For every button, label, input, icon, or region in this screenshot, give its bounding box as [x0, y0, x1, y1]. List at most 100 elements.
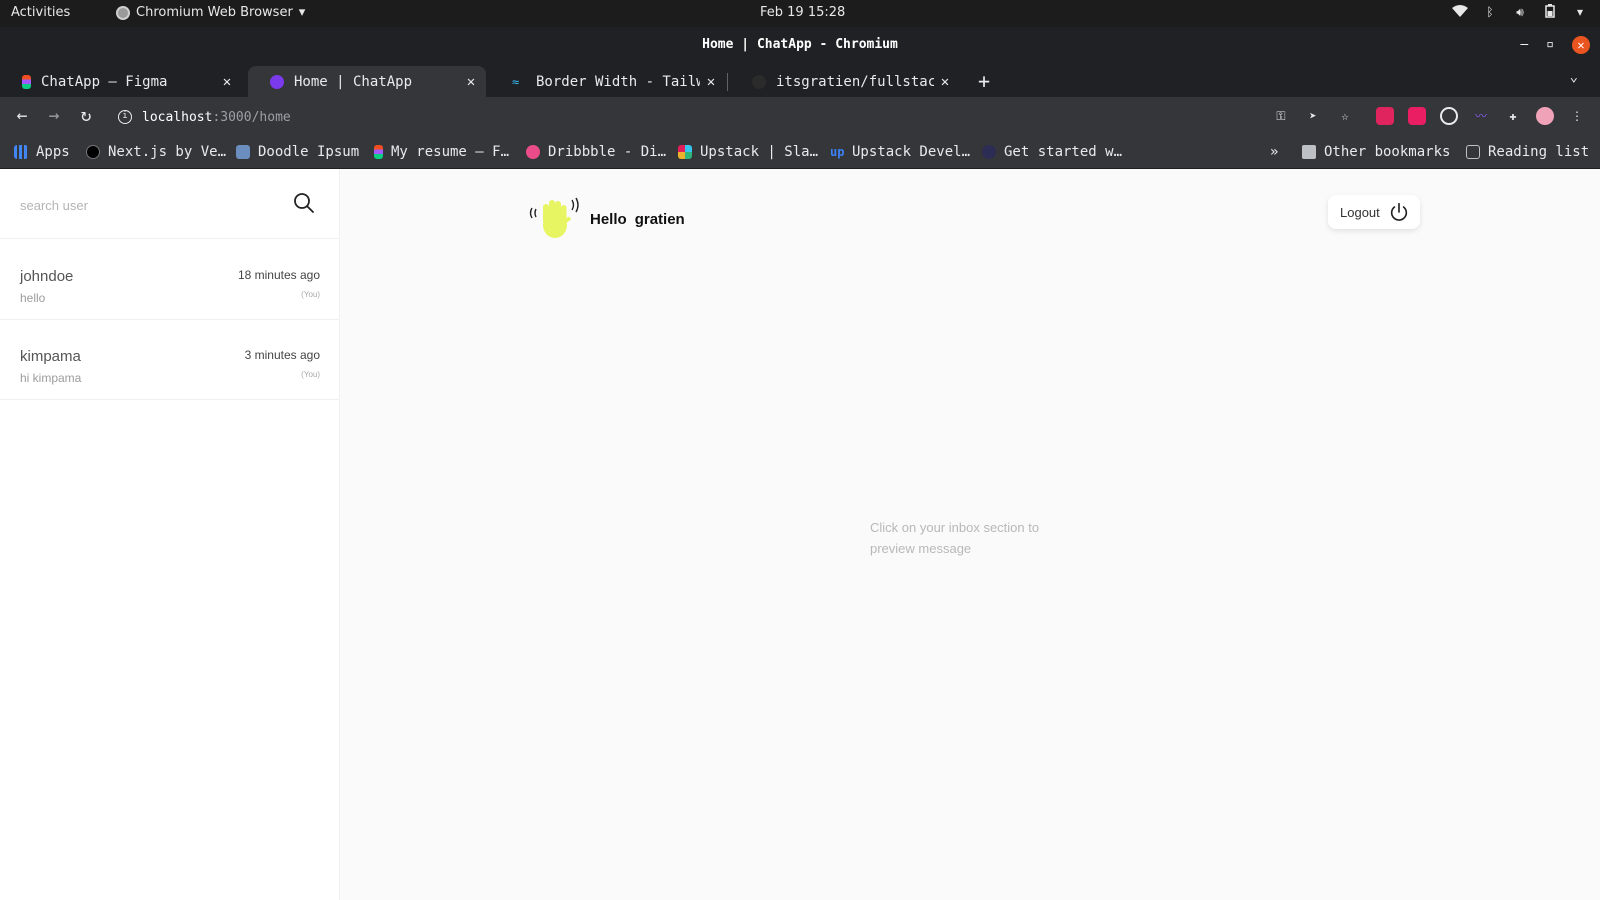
search-icon[interactable]: [292, 191, 316, 215]
close-icon[interactable]: ✕: [216, 74, 238, 90]
forward-arrow-icon[interactable]: →: [42, 105, 66, 126]
wifi-icon: [1452, 4, 1468, 20]
tab-separator: [727, 73, 728, 91]
close-icon[interactable]: ✕: [460, 74, 482, 90]
tab-figma[interactable]: ChatApp – Figma ✕: [0, 66, 242, 97]
app-menu-label: Chromium Web Browser: [136, 5, 293, 20]
logout-label: Logout: [1340, 204, 1380, 220]
tab-github[interactable]: itsgratien/fullstack-c ✕: [730, 66, 960, 97]
chatapp-favicon-icon: [270, 74, 284, 89]
clock[interactable]: Feb 19 15:28: [760, 5, 845, 20]
tab-title: ChatApp – Figma: [41, 73, 168, 90]
bookmark-upstack-devel[interactable]: up Upstack Devel…: [830, 144, 970, 160]
username: gratien: [634, 210, 685, 228]
figma-icon: [374, 145, 383, 159]
window-title: Home | ChatApp - Chromium: [702, 37, 898, 52]
greeting-text: Hello: [590, 210, 627, 228]
bookmark-label: Next.js by Ve…: [108, 144, 227, 160]
close-icon[interactable]: ✕: [934, 74, 956, 90]
extension-red-icon[interactable]: [1376, 107, 1394, 125]
app-menu[interactable]: Chromium Web Browser ▾: [116, 5, 305, 20]
bookmark-get-started[interactable]: Get started w…: [982, 144, 1122, 160]
back-arrow-icon[interactable]: ←: [10, 105, 34, 126]
bluetooth-icon: ᛒ: [1486, 5, 1494, 19]
bookmark-star-icon[interactable]: ☆: [1336, 107, 1354, 125]
tab-search-chevron-icon[interactable]: ⌄: [1570, 69, 1578, 85]
chat-app: johndoe 18 minutes ago hello (You) kimpa…: [0, 169, 1600, 900]
dribbble-icon: [526, 145, 540, 159]
conversation-item-johndoe[interactable]: johndoe 18 minutes ago hello (You): [0, 240, 340, 320]
reading-list-label: Reading list: [1488, 144, 1590, 160]
send-icon[interactable]: ➤: [1304, 107, 1322, 125]
battery-icon: [1542, 4, 1558, 20]
tab-chatapp[interactable]: Home | ChatApp ✕: [248, 66, 486, 97]
maximize-button[interactable]: ▫: [1546, 27, 1554, 63]
figma-favicon-icon: [22, 74, 31, 89]
logout-button[interactable]: Logout: [1328, 195, 1420, 229]
tab-title: Home | ChatApp: [294, 73, 413, 90]
window-controls: – ▫ ✕: [1520, 27, 1600, 63]
search-user-input[interactable]: [20, 193, 280, 217]
sender-tag: (You): [301, 290, 320, 299]
bookmark-nextjs[interactable]: Next.js by Ve…: [86, 144, 226, 160]
info-icon[interactable]: i: [118, 110, 132, 124]
bookmark-apps[interactable]: Apps: [14, 144, 70, 160]
volume-icon: 🔊︎: [1516, 5, 1524, 19]
system-top-bar: Activities Chromium Web Browser ▾ Feb 19…: [0, 0, 1600, 27]
new-tab-plus-icon[interactable]: +: [978, 69, 990, 93]
waving-hand-icon: [529, 197, 579, 238]
bookmark-resume[interactable]: My resume – F…: [374, 144, 509, 160]
bookmark-label: Dribbble - Di…: [548, 144, 667, 160]
chromium-icon: [116, 5, 130, 20]
conversation-name: kimpama: [20, 348, 81, 365]
close-icon[interactable]: ✕: [700, 74, 722, 90]
extension-target-icon[interactable]: [1440, 107, 1458, 125]
minimize-button[interactable]: –: [1520, 27, 1528, 63]
tab-title: Border Width - Tailwind: [536, 73, 700, 90]
sender-tag: (You): [301, 370, 320, 379]
menu-kebab-icon[interactable]: ⋮: [1568, 107, 1586, 125]
conversation-item-kimpama[interactable]: kimpama 3 minutes ago hi kimpama (You): [0, 320, 340, 400]
extensions-puzzle-icon[interactable]: ✚: [1504, 107, 1522, 125]
bookmark-label: Upstack Devel…: [852, 144, 971, 160]
bookmarks-overflow-button[interactable]: »: [1270, 144, 1278, 160]
conversation-time: 18 minutes ago: [237, 268, 320, 282]
bookmark-upstack-slack[interactable]: Upstack | Sla…: [678, 144, 818, 160]
reading-list[interactable]: Reading list: [1466, 144, 1589, 160]
conversation-name: johndoe: [20, 268, 74, 285]
key-icon[interactable]: ⚿: [1272, 107, 1290, 125]
upstack-icon: up: [830, 145, 845, 159]
browser-toolbar: ← → ↻ i localhost:3000/home ⚿ ➤ ☆ 〰 ✚ ⋮: [0, 97, 1600, 137]
reload-icon[interactable]: ↻: [74, 105, 98, 126]
other-bookmarks-label: Other bookmarks: [1324, 144, 1451, 160]
doodle-icon: [236, 145, 250, 159]
bookmark-doodle-ipsum[interactable]: Doodle Ipsum: [236, 144, 359, 160]
url-path: :3000/home: [212, 109, 291, 125]
bookmark-dribbble[interactable]: Dribbble - Di…: [526, 144, 666, 160]
close-window-button[interactable]: ✕: [1572, 36, 1590, 54]
extension-wave-icon[interactable]: 〰: [1472, 107, 1490, 125]
folder-icon: [1302, 145, 1316, 159]
chevron-down-icon: ▾: [298, 5, 306, 20]
github-favicon-icon: [752, 74, 766, 89]
system-tray[interactable]: ᛒ 🔊︎ ▾: [1452, 4, 1588, 20]
conversation-last-message: hello: [20, 291, 46, 305]
bookmark-label: Apps: [36, 144, 70, 160]
window-title-bar: Home | ChatApp - Chromium – ▫ ✕: [0, 27, 1600, 63]
empty-state-hint: Click on your inbox section to preview m…: [870, 520, 1040, 556]
tab-title: itsgratien/fullstack-c: [776, 73, 934, 90]
nextjs-icon: [86, 145, 100, 159]
search-bar: [0, 169, 340, 239]
extension-pink-icon[interactable]: [1408, 107, 1426, 125]
profile-avatar[interactable]: [1536, 107, 1554, 125]
address-bar[interactable]: i localhost:3000/home: [108, 102, 1288, 132]
bookmark-label: My resume – F…: [391, 144, 510, 160]
url-host: localhost: [142, 109, 213, 125]
tab-tailwind[interactable]: ≈ Border Width - Tailwind ✕: [490, 66, 726, 97]
bookmark-label: Upstack | Sla…: [700, 144, 819, 160]
greeting-header: Hello gratien: [526, 194, 685, 244]
other-bookmarks[interactable]: Other bookmarks: [1302, 144, 1450, 160]
bookmarks-bar: Apps Next.js by Ve… Doodle Ipsum My resu…: [0, 137, 1600, 169]
activities-button[interactable]: Activities: [11, 5, 70, 20]
power-icon: [1390, 202, 1407, 221]
